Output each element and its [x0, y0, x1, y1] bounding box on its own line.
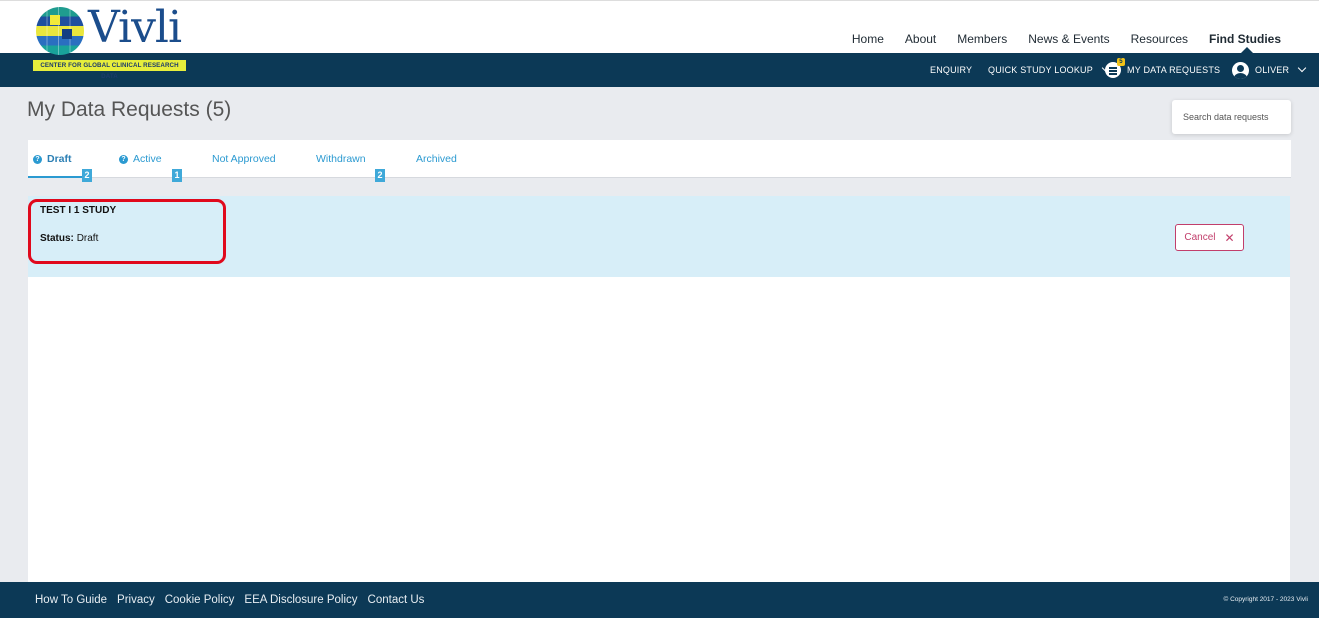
quick-lookup-label: QUICK STUDY LOOKUP	[988, 65, 1093, 75]
requests-panel: TEST I 1 STUDY Status: Draft Cancel ✕	[28, 196, 1290, 582]
tab-withdrawn[interactable]: Withdrawn	[316, 140, 366, 178]
tab-not-approved[interactable]: Not Approved	[212, 140, 276, 178]
footer-links: How To Guide Privacy Cookie Policy EEA D…	[35, 582, 424, 618]
user-menu[interactable]: OLIVER	[1232, 53, 1307, 87]
tab-draft[interactable]: ? Draft	[33, 140, 72, 178]
tab-active-count-badge: 1	[172, 169, 182, 182]
nav-news-events[interactable]: News & Events	[1028, 32, 1109, 46]
request-status-tabs: ? Draft ? Active Not Approved Withdrawn …	[28, 140, 1291, 178]
nav-find-studies[interactable]: Find Studies	[1209, 32, 1281, 46]
footer-eea-disclosure-policy[interactable]: EEA Disclosure Policy	[244, 594, 357, 606]
list-item[interactable]: TEST I 1 STUDY Status: Draft Cancel ✕	[28, 196, 1290, 277]
nav-resources[interactable]: Resources	[1131, 32, 1188, 46]
footer-privacy[interactable]: Privacy	[117, 594, 155, 606]
tab-withdrawn-count-badge: 2	[375, 169, 385, 182]
data-requests-count-badge: 5	[1117, 58, 1125, 66]
vivli-logo[interactable]: Vivli CENTER FOR GLOBAL CLINICAL RESEARC…	[33, 2, 193, 80]
copyright-text: © Copyright 2017 - 2023 Vivli	[1223, 596, 1308, 603]
footer-how-to-guide[interactable]: How To Guide	[35, 594, 107, 606]
list-icon: 5	[1105, 58, 1125, 78]
tab-label: Archived	[416, 153, 457, 165]
user-name: OLIVER	[1255, 65, 1290, 75]
tab-label: Withdrawn	[316, 153, 366, 165]
main-content: My Data Requests (5) ? Draft ? Active No…	[0, 87, 1319, 582]
tab-label: Not Approved	[212, 153, 276, 165]
help-icon[interactable]: ?	[119, 154, 128, 164]
search-data-requests-input[interactable]	[1172, 100, 1291, 134]
tab-archived[interactable]: Archived	[416, 140, 457, 178]
site-footer: How To Guide Privacy Cookie Policy EEA D…	[0, 582, 1319, 618]
user-avatar-icon	[1232, 61, 1249, 79]
footer-contact-us[interactable]: Contact Us	[368, 594, 425, 606]
secondary-nav-bar: ENQUIRY QUICK STUDY LOOKUP 5 MY DATA REQ…	[0, 53, 1319, 87]
cancel-request-button[interactable]: Cancel ✕	[1175, 224, 1244, 251]
nav-about[interactable]: About	[905, 32, 936, 46]
help-icon[interactable]: ?	[33, 154, 42, 164]
cancel-label: Cancel	[1184, 232, 1216, 243]
close-icon: ✕	[1224, 230, 1235, 245]
footer-cookie-policy[interactable]: Cookie Policy	[165, 594, 235, 606]
tab-active[interactable]: ? Active	[119, 140, 162, 178]
enquiry-label: ENQUIRY	[930, 65, 973, 75]
nav-members[interactable]: Members	[957, 32, 1007, 46]
logo-wordmark: Vivli	[88, 2, 182, 53]
highlight-annotation-box	[28, 199, 226, 264]
logo-tagline: CENTER FOR GLOBAL CLINICAL RESEARCH DATA	[33, 60, 186, 80]
tab-label: Draft	[47, 153, 72, 165]
quick-study-lookup-dropdown[interactable]: QUICK STUDY LOOKUP	[988, 53, 1111, 87]
globe-logo-icon	[36, 7, 84, 55]
my-data-requests-link[interactable]: 5 MY DATA REQUESTS	[1105, 53, 1220, 87]
page-title: My Data Requests (5)	[27, 98, 232, 121]
data-requests-label: MY DATA REQUESTS	[1127, 65, 1221, 75]
chevron-down-icon	[1297, 63, 1307, 73]
nav-home[interactable]: Home	[852, 32, 884, 46]
tab-label: Active	[133, 153, 162, 165]
active-tab-underline	[28, 176, 90, 178]
site-header: Vivli CENTER FOR GLOBAL CLINICAL RESEARC…	[0, 0, 1319, 80]
tab-draft-count-badge: 2	[82, 169, 92, 182]
enquiry-link[interactable]: ENQUIRY	[930, 53, 972, 87]
main-nav: Home About Members News & Events Resourc…	[831, 32, 1281, 46]
